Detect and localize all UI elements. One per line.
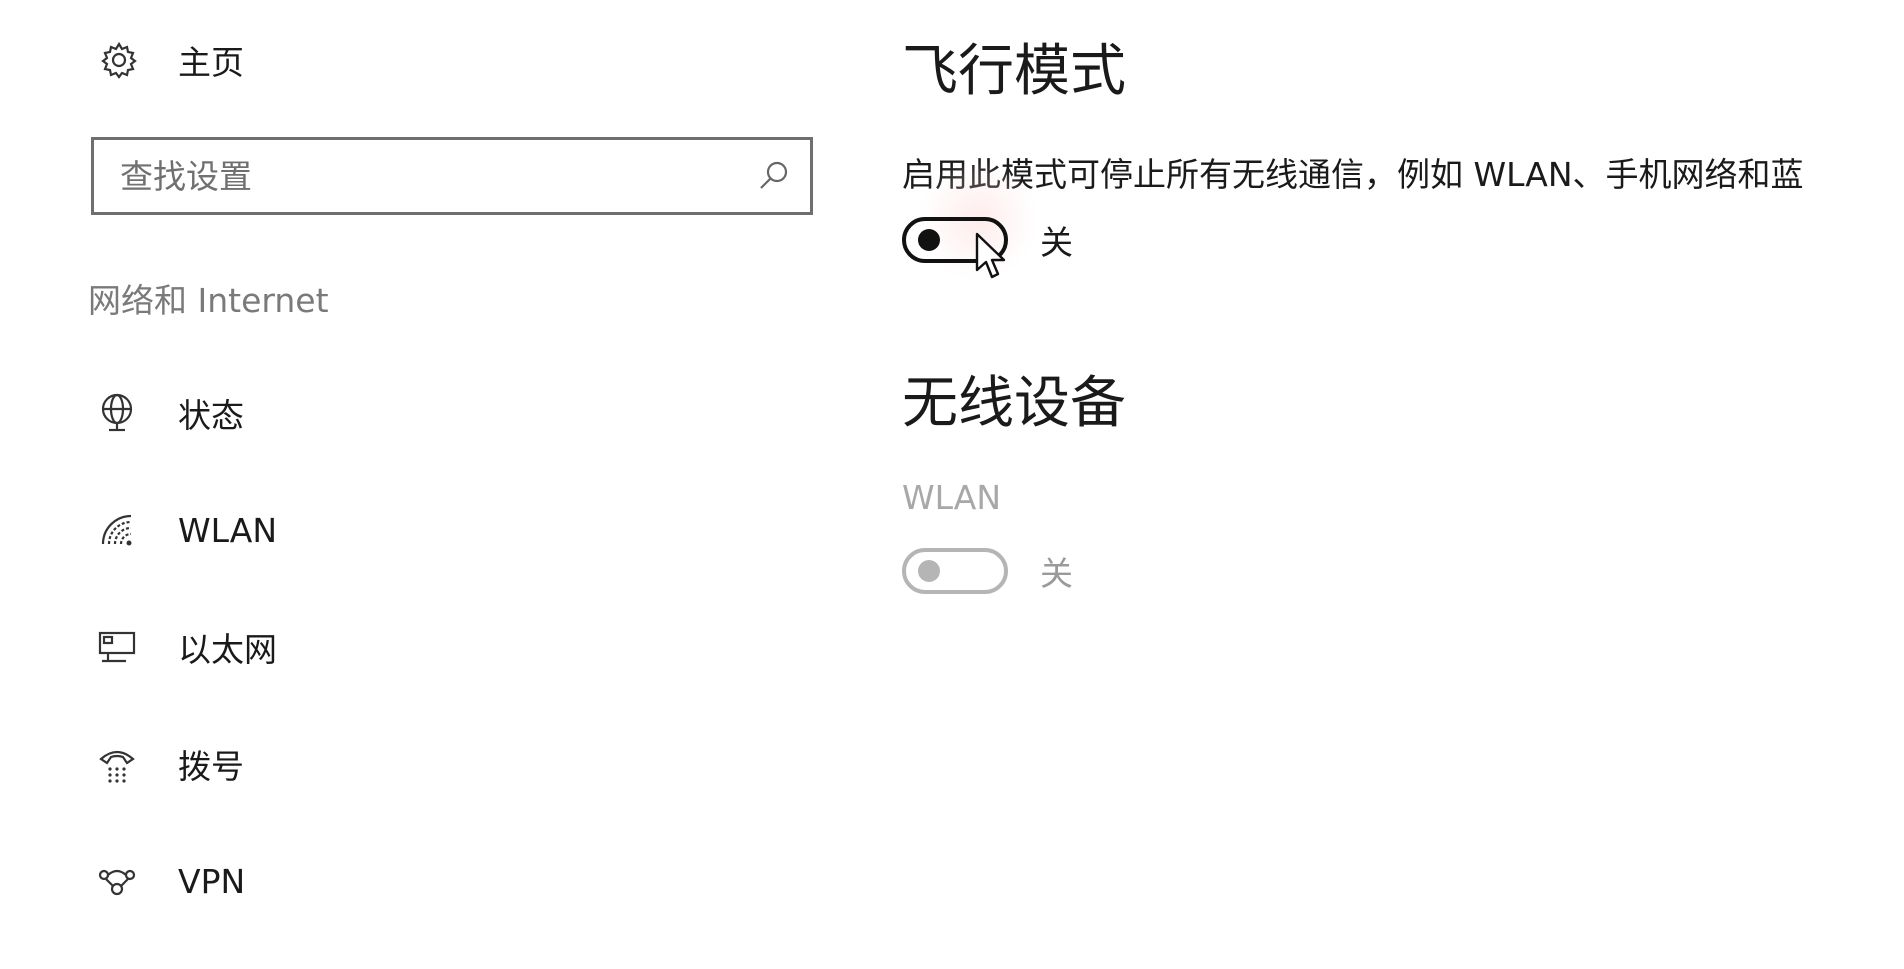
sidebar-item-status[interactable]: 状态 bbox=[96, 384, 796, 442]
settings-window: 主页 网络和 Internet bbox=[0, 0, 1904, 969]
nav-list: 状态 WLAN 以太网 拨号 VPN bbox=[96, 384, 796, 969]
home-nav-item[interactable]: 主页 bbox=[98, 36, 244, 84]
search-icon[interactable] bbox=[744, 140, 804, 212]
dialup-phone-icon bbox=[96, 743, 138, 785]
sidebar-item-dialup[interactable]: 拨号 bbox=[96, 735, 796, 793]
globe-status-icon bbox=[96, 392, 138, 434]
sidebar-item-vpn[interactable]: VPN bbox=[96, 852, 796, 910]
toggle-knob bbox=[918, 560, 940, 582]
wireless-devices-title: 无线设备 bbox=[902, 371, 1126, 436]
sidebar-item-wlan[interactable]: WLAN bbox=[96, 501, 796, 559]
main-content: 飞行模式 启用此模式可停止所有无线通信，例如 WLAN、手机网络和蓝 关 无线设… bbox=[900, 0, 1904, 969]
wlan-toggle-row: 关 bbox=[902, 547, 1073, 595]
wlan-state: 关 bbox=[1040, 554, 1073, 593]
airplane-mode-state: 关 bbox=[1040, 223, 1073, 262]
ethernet-icon bbox=[96, 626, 138, 668]
sidebar-item-label: 拨号 bbox=[178, 747, 244, 786]
airplane-mode-toggle[interactable] bbox=[902, 217, 1008, 263]
airplane-mode-title: 飞行模式 bbox=[902, 39, 1126, 104]
sidebar-item-label: WLAN bbox=[178, 510, 278, 550]
vpn-icon bbox=[96, 860, 138, 902]
search-box bbox=[91, 137, 813, 215]
airplane-mode-description: 启用此模式可停止所有无线通信，例如 WLAN、手机网络和蓝 bbox=[902, 155, 1804, 194]
sidebar-item-label: VPN bbox=[178, 861, 246, 901]
sidebar-item-ethernet[interactable]: 以太网 bbox=[96, 618, 796, 676]
home-label: 主页 bbox=[178, 43, 244, 82]
airplane-mode-toggle-row: 关 bbox=[902, 216, 1073, 264]
wlan-toggle[interactable] bbox=[902, 548, 1008, 594]
sidebar-item-label: 状态 bbox=[178, 396, 244, 435]
section-header: 网络和 Internet bbox=[88, 281, 329, 320]
gear-icon bbox=[98, 39, 140, 81]
sidebar: 主页 网络和 Internet bbox=[0, 0, 840, 969]
wifi-icon bbox=[96, 509, 138, 551]
wlan-device-label: WLAN bbox=[902, 478, 1002, 517]
toggle-knob bbox=[918, 229, 940, 251]
sidebar-item-label: 以太网 bbox=[178, 630, 277, 669]
search-input[interactable] bbox=[94, 139, 744, 213]
